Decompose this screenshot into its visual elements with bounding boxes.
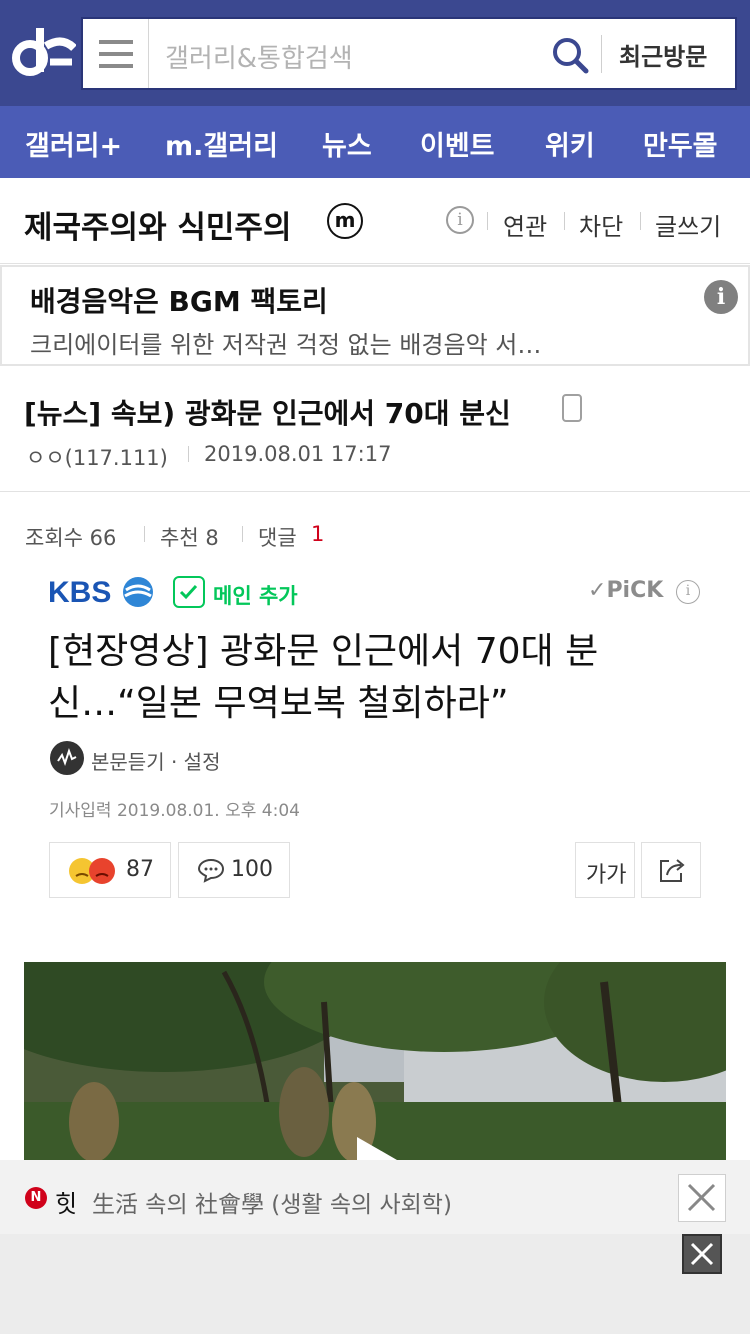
font-size-button[interactable]: 가가 [575, 842, 635, 898]
ad-description: 크리에이터를 위한 저작권 걱정 없는 배경음악 서… [30, 331, 542, 359]
video-player[interactable] [24, 962, 726, 1160]
emoji-reaction-icon [69, 858, 115, 884]
search-icon[interactable] [550, 35, 590, 75]
check-icon [173, 576, 205, 608]
recommend-count: 추천 8 [160, 526, 219, 550]
recent-visits-button[interactable]: 최근방문 [619, 37, 707, 72]
nav-item-gallery-plus[interactable]: 갤러리+ [25, 124, 122, 163]
ad-area [0, 1234, 750, 1334]
article-title: [현장영상] 광화문 인근에서 70대 분신…“일본 무역보복 철회하라” [48, 631, 599, 724]
block-link[interactable]: 차단 [579, 207, 623, 242]
comment-button[interactable]: 100 [178, 842, 290, 898]
close-icon [690, 1242, 714, 1266]
kbs-logo[interactable]: KBS [48, 574, 158, 610]
dc-logo[interactable] [10, 22, 76, 82]
nav-item-mandu-mall[interactable]: 만두몰 [643, 124, 718, 163]
post-author[interactable]: ㅇㅇ(117.111) [26, 442, 168, 472]
ad-banner[interactable]: 배경음악은 BGM 팩토리 크리에이터를 위한 저작권 걱정 없는 배경음악 서… [0, 265, 750, 366]
n-icon: N [25, 1187, 47, 1209]
nav-item-wiki[interactable]: 위키 [545, 124, 595, 163]
gallery-title[interactable]: 제국주의와 식민주의 [24, 202, 291, 247]
kbs-wordmark: KBS [48, 576, 111, 609]
gallery-header: 제국주의와 식민주의 m i 연관 차단 글쓰기 [0, 178, 750, 264]
reaction-count: 87 [126, 857, 154, 882]
listen-icon[interactable] [50, 741, 84, 775]
main-add-label: 메인 추가 [213, 584, 298, 608]
post-date: 2019.08.01 17:17 [204, 442, 392, 466]
related-link[interactable]: 연관 [503, 207, 547, 242]
pick-info-icon[interactable]: i [676, 580, 700, 604]
font-size-label: 가가 [586, 863, 627, 888]
search-input[interactable]: 갤러리&통합검색 [165, 38, 353, 75]
post-title: [뉴스] 속보) 광화문 인근에서 70대 분신 [24, 397, 511, 430]
share-button[interactable] [641, 842, 701, 898]
nav-item-news[interactable]: 뉴스 [322, 124, 372, 163]
listen-settings[interactable]: 본문듣기 · 설정 [91, 746, 220, 775]
comment-count-article: 100 [231, 857, 273, 882]
hot-post-bar[interactable]: N 힛 生活 속의 社會學 (생활 속의 사회학) [0, 1160, 750, 1234]
info-icon[interactable]: i [446, 206, 474, 234]
top-header: 갤러리&통합검색 최근방문 [0, 0, 750, 106]
nav-item-m-gallery[interactable]: m.갤러리 [165, 124, 278, 163]
nav-item-event[interactable]: 이벤트 [420, 124, 495, 163]
close-ad-button[interactable] [682, 1234, 722, 1274]
article-date: 기사입력 2019.08.01. 오후 4:04 [49, 801, 300, 821]
video-thumbnail [24, 962, 726, 1160]
hot-label: 힛 [55, 1190, 78, 1218]
reaction-button[interactable]: 87 [49, 842, 171, 898]
comment-icon [197, 858, 225, 883]
close-icon [687, 1183, 716, 1212]
main-nav: 갤러리+ m.갤러리 뉴스 이벤트 위키 만두몰 [0, 106, 750, 178]
pick-label: ✓PiCK [588, 578, 664, 603]
mobile-icon [562, 394, 582, 422]
hamburger-icon [98, 39, 133, 44]
divider [601, 35, 602, 73]
view-count: 조회수 66 [25, 526, 117, 550]
hot-post-title[interactable]: 生活 속의 社會學 (생활 속의 사회학) [92, 1185, 452, 1219]
share-icon [660, 859, 685, 882]
minor-gallery-badge: m [327, 203, 363, 239]
post-header: [뉴스] 속보) 광화문 인근에서 70대 분신 ㅇㅇ(117.111) 201… [0, 366, 750, 492]
ad-info-icon[interactable]: i [704, 280, 738, 314]
comment-label[interactable]: 댓글 [258, 522, 297, 552]
menu-button[interactable] [83, 19, 149, 88]
search-box: 갤러리&통합검색 최근방문 [81, 17, 737, 90]
write-link[interactable]: 글쓰기 [655, 207, 721, 242]
close-button[interactable] [678, 1174, 726, 1222]
comment-count[interactable]: 1 [311, 522, 324, 546]
ad-title: 배경음악은 BGM 팩토리 [30, 285, 328, 318]
